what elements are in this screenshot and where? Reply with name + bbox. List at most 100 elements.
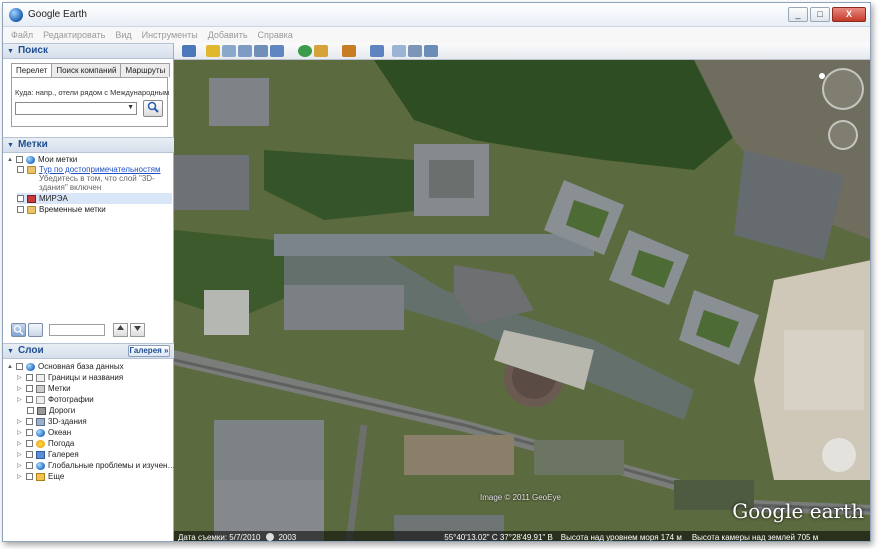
- menu-view[interactable]: Вид: [115, 30, 131, 40]
- checkbox[interactable]: [26, 374, 33, 381]
- global-awareness-icon: [36, 461, 45, 470]
- layer-row-global-awareness[interactable]: ▷ Глобальные проблемы и изучен…: [17, 460, 175, 471]
- search-places-button[interactable]: [11, 323, 26, 337]
- layer-row-borders[interactable]: ▷ Границы и названия: [17, 372, 123, 383]
- gallery-button[interactable]: Галерея »: [128, 345, 170, 357]
- historical-imagery-button[interactable]: [298, 45, 312, 57]
- gallery-icon: [36, 450, 45, 459]
- expand-icon[interactable]: ▷: [17, 440, 24, 447]
- my-places-icon: [26, 155, 35, 164]
- checkbox[interactable]: [26, 473, 33, 480]
- menu-tools[interactable]: Инструменты: [142, 30, 198, 40]
- temporary-places-row[interactable]: Временные метки: [17, 204, 106, 215]
- layer-row-gallery[interactable]: ▷ Галерея: [17, 449, 79, 460]
- menu-add[interactable]: Добавить: [208, 30, 248, 40]
- expand-icon[interactable]: ▷: [17, 462, 24, 469]
- tab-find-businesses[interactable]: Поиск компаний: [51, 63, 122, 77]
- record-tour-button[interactable]: [270, 45, 284, 57]
- expand-icon[interactable]: ▷: [17, 418, 24, 425]
- gallery-chevron-icon: »: [164, 346, 169, 355]
- sunlight-button[interactable]: [314, 45, 328, 57]
- expand-icon[interactable]: ▷: [17, 385, 24, 392]
- satellite-imagery: [174, 60, 870, 541]
- layer-label: Метки: [48, 384, 71, 393]
- places-filter-input[interactable]: [49, 324, 105, 336]
- checkbox[interactable]: [26, 418, 33, 425]
- email-button[interactable]: [392, 45, 406, 57]
- layer-row-3d-buildings[interactable]: ▷ 3D-здания: [17, 416, 87, 427]
- search-input[interactable]: ▼: [15, 102, 137, 115]
- sidebar: ▼ Поиск Перелет Поиск компаний Маршруты К…: [3, 43, 175, 541]
- search-button[interactable]: [143, 100, 163, 117]
- minimize-button[interactable]: _: [788, 7, 808, 22]
- my-places-label: Мои метки: [38, 155, 78, 164]
- search-panel-header[interactable]: ▼ Поиск: [3, 43, 173, 59]
- checkbox[interactable]: [16, 363, 23, 370]
- places-panel-header[interactable]: ▼ Метки: [3, 137, 174, 153]
- sidebar-toggle-button[interactable]: [182, 45, 196, 57]
- move-navigation-ring[interactable]: [828, 120, 858, 150]
- move-up-button[interactable]: [113, 323, 128, 337]
- add-path-button[interactable]: [238, 45, 252, 57]
- historical-imagery-icon[interactable]: [266, 533, 275, 541]
- checkbox[interactable]: [26, 462, 33, 469]
- layers-panel-header[interactable]: ▼ Слои Галерея »: [3, 343, 174, 359]
- checkbox[interactable]: [26, 429, 33, 436]
- layer-label: Фотографии: [48, 395, 94, 404]
- expand-icon[interactable]: ▷: [17, 473, 24, 480]
- maximize-button[interactable]: □: [810, 7, 830, 22]
- menu-edit[interactable]: Редактировать: [43, 30, 105, 40]
- layer-row-places[interactable]: ▷ Метки: [17, 383, 71, 394]
- tab-fly-to[interactable]: Перелет: [11, 63, 53, 78]
- layer-row-more[interactable]: ▷ Еще: [17, 471, 64, 482]
- print-button[interactable]: [408, 45, 422, 57]
- checkbox[interactable]: [26, 451, 33, 458]
- expand-icon[interactable]: ▷: [17, 429, 24, 436]
- ocean-icon: [36, 428, 45, 437]
- layer-row-primary-database[interactable]: ▲ Основная база данных: [7, 361, 124, 372]
- checkbox[interactable]: [17, 195, 24, 202]
- layers-header-label: Слои: [17, 345, 44, 356]
- ruler-button[interactable]: [370, 45, 384, 57]
- checkbox[interactable]: [27, 407, 34, 414]
- checkbox[interactable]: [17, 206, 24, 213]
- checkbox[interactable]: [17, 166, 24, 173]
- toggle-panel-button[interactable]: [28, 323, 43, 337]
- expand-icon[interactable]: ▲: [7, 364, 14, 370]
- move-down-button[interactable]: [130, 323, 145, 337]
- layer-row-roads[interactable]: Дороги: [27, 405, 75, 416]
- layer-row-ocean[interactable]: ▷ Океан: [17, 427, 71, 438]
- layer-label: Глобальные проблемы и изучен…: [48, 461, 176, 470]
- add-polygon-button[interactable]: [222, 45, 236, 57]
- dropdown-arrow-icon[interactable]: ▼: [127, 104, 134, 111]
- sun-icon: [36, 439, 45, 448]
- map-view[interactable]: Image © 2011 GeoEye Google earth Дата съ…: [174, 60, 870, 541]
- menu-file[interactable]: Файл: [11, 30, 33, 40]
- menu-bar: Файл Редактировать Вид Инструменты Добав…: [3, 27, 870, 43]
- tab-directions[interactable]: Маршруты: [120, 63, 171, 77]
- checkbox[interactable]: [26, 385, 33, 392]
- layer-label: Галерея: [48, 450, 79, 459]
- search-tabs: Перелет Поиск компаний Маршруты: [11, 63, 171, 78]
- add-placemark-button[interactable]: [206, 45, 220, 57]
- layer-row-weather[interactable]: ▷ Погода: [17, 438, 74, 449]
- expand-icon[interactable]: ▷: [17, 451, 24, 458]
- menu-help[interactable]: Справка: [258, 30, 293, 40]
- expand-icon[interactable]: ▷: [17, 374, 24, 381]
- mirea-row[interactable]: МИРЭА: [17, 193, 172, 204]
- expand-icon[interactable]: ▷: [17, 396, 24, 403]
- switch-planet-button[interactable]: [342, 45, 356, 57]
- look-navigation-ring[interactable]: [822, 68, 864, 110]
- add-image-overlay-button[interactable]: [254, 45, 268, 57]
- checkbox[interactable]: [26, 396, 33, 403]
- arrow-up-icon: [117, 325, 124, 330]
- layer-label: Основная база данных: [38, 362, 124, 371]
- close-button[interactable]: X: [832, 7, 866, 22]
- layer-row-photos[interactable]: ▷ Фотографии: [17, 394, 94, 405]
- checkbox[interactable]: [26, 440, 33, 447]
- checkbox[interactable]: [16, 156, 23, 163]
- expand-icon[interactable]: ▲: [7, 157, 14, 163]
- north-indicator-icon[interactable]: [819, 73, 825, 79]
- view-in-maps-button[interactable]: [424, 45, 438, 57]
- road-icon: [37, 406, 46, 415]
